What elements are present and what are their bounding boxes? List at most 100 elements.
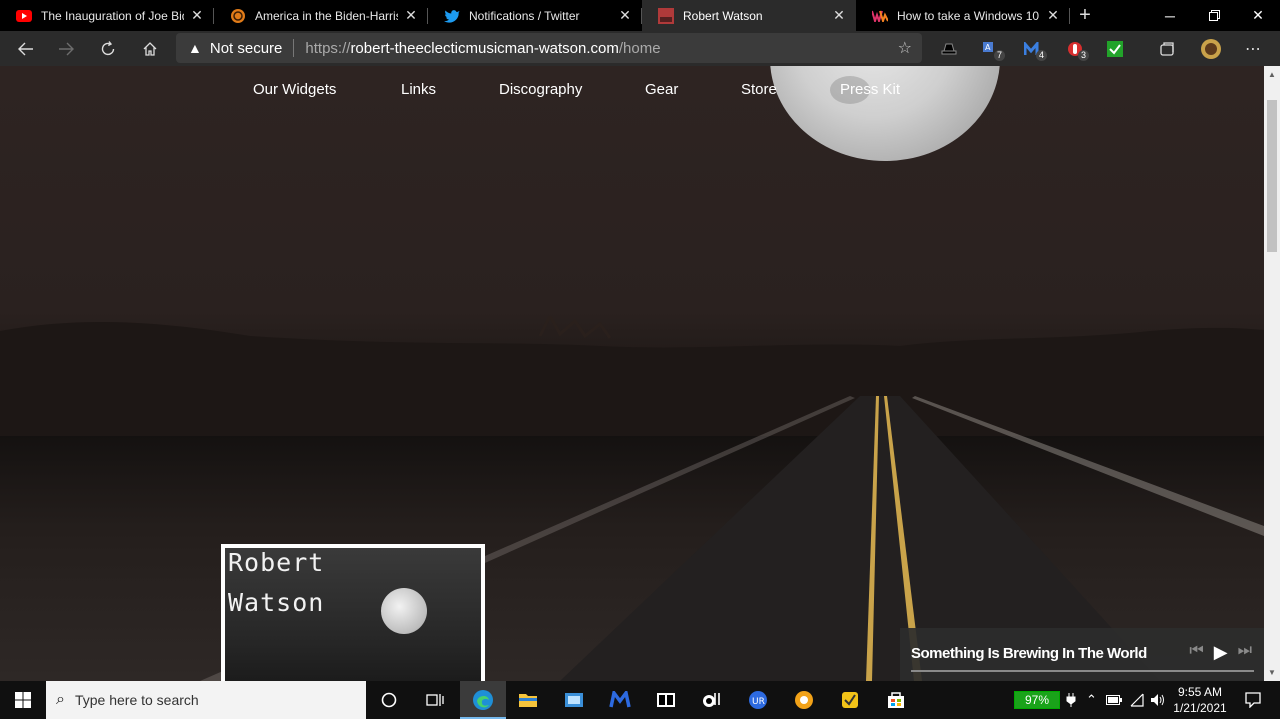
power-plug-icon[interactable] [1066,681,1076,719]
notification-center-icon[interactable] [1238,681,1268,719]
extension-adblock-icon[interactable]: 3 [1060,31,1090,66]
site-icon [658,7,674,24]
store-icon[interactable] [873,681,919,719]
edge-browser-icon[interactable] [460,681,506,719]
scroll-down-icon[interactable]: ▼ [1264,664,1280,681]
profile-avatar-icon[interactable] [1196,31,1226,66]
clock-date: 1/21/2021 [1173,701,1227,715]
task-view-icon[interactable] [412,681,458,719]
more-icon[interactable]: ⋯ [1238,31,1268,66]
cortana-icon[interactable] [366,681,412,719]
next-track-icon[interactable]: ⏭ [1238,642,1252,663]
youtube-icon [16,8,32,24]
battery-indicator[interactable]: 97% [1014,691,1060,709]
nav-our-widgets[interactable]: Our Widgets [253,81,336,98]
photos-icon[interactable] [551,681,597,719]
extension-m-icon[interactable]: 4 [1018,31,1048,66]
system-clock[interactable]: 9:55 AM 1/21/2021 [1168,684,1232,716]
minimize-icon[interactable]: ─ [1148,0,1192,31]
scroll-up-icon[interactable]: ▲ [1264,66,1280,83]
extension-badge: 3 [1077,50,1089,61]
taskbar-search-input[interactable]: ⌕ Type here to search [46,681,366,719]
close-tab-icon[interactable]: ✕ [402,7,420,24]
refresh-icon[interactable] [88,31,128,66]
nav-gear[interactable]: Gear [645,81,678,98]
play-icon[interactable]: ▶ [1214,642,1228,663]
scrollbar-thumb[interactable] [1267,100,1277,252]
favorite-star-icon[interactable]: ☆ [898,38,912,58]
app-check-icon[interactable] [827,681,873,719]
tab-strip: The Inauguration of Joe Biden ✕ America … [0,0,1280,31]
url-scheme: https:// [305,39,351,57]
tab-windows-screenshot[interactable]: How to take a Windows 10 scr ✕ [856,0,1070,31]
app-orange-icon[interactable] [781,681,827,719]
home-icon[interactable] [130,31,170,66]
w-icon [872,8,888,24]
extension-hat-icon[interactable] [934,31,964,66]
music-player: Something Is Brewing In The World ⏮ ▶ ⏭ [900,628,1264,681]
logo-moon-icon [381,588,427,634]
window-controls: ─ ✕ [1148,0,1280,31]
close-tab-icon[interactable]: ✕ [188,7,206,24]
windows-start-icon[interactable] [0,681,46,719]
svg-text:UR: UR [752,697,765,707]
volume-icon[interactable] [1150,681,1166,719]
chevron-up-icon[interactable]: ⌃ [1086,681,1097,719]
url-host: robert-theeclecticmusicman-watson.com [350,39,619,57]
tab-title: America in the Biden-Harris Era [255,8,398,23]
tab-inauguration[interactable]: The Inauguration of Joe Biden ✕ [0,0,214,31]
ur-browser-icon[interactable]: UR [735,681,781,719]
song-title: Something Is Brewing In The World [911,645,1147,662]
url-text: https://robert-theeclecticmusicman-watso… [305,40,660,57]
extension-badge: 7 [993,50,1005,61]
warning-icon: ▲ [188,40,202,56]
site-navigation: Our Widgets Links Discography Gear Store… [0,66,1264,112]
file-explorer-icon[interactable] [505,681,551,719]
tab-title: How to take a Windows 10 scr [897,8,1040,23]
malwarebytes-icon[interactable] [597,681,643,719]
new-tab-button[interactable]: + [1070,0,1100,31]
nav-discography[interactable]: Discography [499,81,582,98]
extension-translate-icon[interactable]: A 7 [976,31,1006,66]
tab-title: The Inauguration of Joe Biden [41,8,184,23]
ravelry-icon [230,8,246,24]
maximize-icon[interactable] [1192,0,1236,31]
nav-press-kit[interactable]: Press Kit [840,81,900,98]
twitter-icon [444,8,460,24]
player-controls: ⏮ ▶ ⏭ [1189,642,1252,663]
tab-robert-watson[interactable]: Robert Watson ✕ [642,0,856,31]
close-tab-icon[interactable]: ✕ [616,7,634,24]
windows-taskbar: ⌕ Type here to search UR 97% ⌃ 9:55 AM 1… [0,681,1280,719]
forward-icon[interactable] [46,31,86,66]
address-bar[interactable]: ▲ Not secure https://robert-theeclecticm… [176,33,922,63]
back-icon[interactable] [6,31,46,66]
nav-store[interactable]: Store [741,81,777,98]
close-tab-icon[interactable]: ✕ [1044,7,1062,24]
logo-text-last: Watson [228,588,325,617]
dolby-icon[interactable] [643,681,689,719]
battery-tray-icon[interactable] [1106,681,1122,719]
nav-links[interactable]: Links [401,81,436,98]
progress-bar[interactable] [911,670,1254,672]
logo-text-first: Robert [228,548,325,577]
svg-text:A: A [985,43,991,52]
tab-title: Notifications / Twitter [469,8,580,23]
site-logo[interactable]: Robert Watson [221,544,485,681]
search-placeholder: Type here to search [74,692,199,708]
tab-title: Robert Watson [683,8,763,23]
page-scrollbar[interactable]: ▲ ▼ [1264,66,1280,681]
extension-badge: 4 [1035,50,1047,61]
tab-america[interactable]: America in the Biden-Harris Era ✕ [214,0,428,31]
tab-twitter[interactable]: Notifications / Twitter ✕ [428,0,642,31]
close-tab-icon[interactable]: ✕ [830,7,848,24]
wifi-icon[interactable] [1129,681,1145,719]
web-page: Our Widgets Links Discography Gear Store… [0,66,1264,681]
extension-check-icon[interactable] [1100,31,1130,66]
close-window-icon[interactable]: ✕ [1236,0,1280,31]
app-music-icon[interactable] [689,681,735,719]
clock-time: 9:55 AM [1177,685,1223,699]
search-icon: ⌕ [56,691,65,708]
collections-icon[interactable] [1152,31,1182,66]
security-indicator[interactable]: ▲ Not secure [188,40,282,57]
previous-track-icon[interactable]: ⏮ [1189,642,1203,663]
